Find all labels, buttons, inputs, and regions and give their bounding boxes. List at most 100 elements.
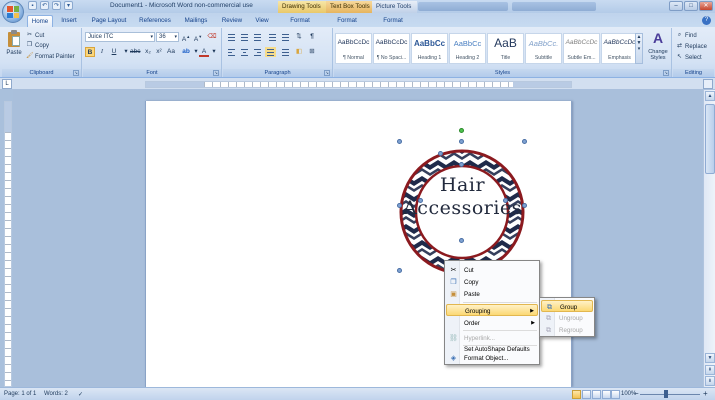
previous-page-icon[interactable]: ⇞ <box>705 365 715 375</box>
font-color-icon[interactable]: A <box>199 47 209 57</box>
proofing-icon[interactable]: ✓ <box>78 391 83 398</box>
menu-item-order[interactable]: Order ▶ <box>446 317 538 329</box>
style-normal[interactable]: AaBbCcDc ¶ Normal <box>335 33 372 64</box>
draft-view-icon[interactable] <box>611 390 620 399</box>
menu-item-cut[interactable]: ✂ Cut <box>446 264 538 276</box>
menu-item-ungroup[interactable]: ⧉ Ungroup <box>541 312 593 324</box>
strikethrough-icon[interactable]: abc <box>130 47 140 57</box>
cut-button[interactable]: ✂ Cut <box>26 31 44 40</box>
close-button[interactable]: ✕ <box>699 1 713 11</box>
scroll-down-icon[interactable]: ▼ <box>705 353 715 363</box>
style-title[interactable]: AaB Title <box>487 33 524 64</box>
replace-button[interactable]: ⇄ Replace <box>676 43 707 50</box>
undo-icon[interactable]: ↶ <box>40 1 49 10</box>
zoom-slider-knob[interactable] <box>664 390 668 398</box>
print-layout-view-icon[interactable] <box>572 390 581 399</box>
italic-icon[interactable]: I <box>97 47 107 57</box>
scroll-thumb[interactable] <box>705 104 715 174</box>
align-right-icon[interactable] <box>252 47 263 57</box>
next-page-icon[interactable]: ⇟ <box>705 376 715 386</box>
help-icon[interactable]: ? <box>702 16 711 25</box>
justify-icon[interactable] <box>265 47 276 57</box>
office-button[interactable] <box>2 1 24 23</box>
styles-launcher-icon[interactable]: ↘ <box>663 70 669 76</box>
decrease-indent-icon[interactable] <box>267 32 278 42</box>
inner-resize-handle[interactable] <box>438 151 443 156</box>
tab-format-drawing[interactable]: Format <box>284 15 316 27</box>
superscript-icon[interactable]: x² <box>154 47 164 57</box>
resize-handle[interactable] <box>459 139 464 144</box>
tab-selector-icon[interactable]: L <box>2 79 12 89</box>
full-screen-reading-view-icon[interactable] <box>582 390 591 399</box>
change-case-icon[interactable]: Aa <box>166 47 176 57</box>
view-ruler-icon[interactable] <box>703 79 713 89</box>
minimize-button[interactable]: – <box>669 1 683 11</box>
format-painter-button[interactable]: 🖌 Format Painter <box>26 52 75 61</box>
subscript-icon[interactable]: x₂ <box>143 47 153 57</box>
resize-handle[interactable] <box>459 238 464 243</box>
increase-indent-icon[interactable] <box>280 32 291 42</box>
borders-icon[interactable]: ⊞ <box>307 47 317 57</box>
zoom-in-icon[interactable]: + <box>703 389 708 398</box>
inner-resize-handle[interactable] <box>459 162 464 167</box>
style-subtitle[interactable]: AaBbCc. Subtitle <box>525 33 562 64</box>
show-formatting-icon[interactable]: ¶ <box>307 32 317 42</box>
tab-mailings[interactable]: Mailings <box>180 15 212 27</box>
page-count[interactable]: Page: 1 of 1 <box>4 391 36 397</box>
menu-item-grouping[interactable]: Grouping ▶ <box>446 304 538 316</box>
web-layout-view-icon[interactable] <box>592 390 601 399</box>
align-left-icon[interactable] <box>226 47 237 57</box>
vertical-scrollbar[interactable]: ▲ ▼ ⇞ ⇟ <box>703 90 715 387</box>
resize-handle[interactable] <box>522 139 527 144</box>
style-heading-1[interactable]: AaBbCc Heading 1 <box>411 33 448 64</box>
change-styles-button[interactable]: A Change Styles <box>645 30 671 67</box>
resize-handle[interactable] <box>397 139 402 144</box>
ruler-track[interactable] <box>145 81 572 88</box>
menu-item-copy[interactable]: ❐ Copy <box>446 276 538 288</box>
menu-item-group[interactable]: ⧉ Group <box>541 300 593 312</box>
tab-insert[interactable]: Insert <box>57 15 81 27</box>
font-color-dropdown-icon[interactable]: ▾ <box>209 47 219 57</box>
align-center-icon[interactable] <box>239 47 250 57</box>
style-heading-2[interactable]: AaBbCc Heading 2 <box>449 33 486 64</box>
paste-button[interactable]: Paste <box>4 30 24 66</box>
resize-handle[interactable] <box>522 203 527 208</box>
inner-resize-handle[interactable] <box>418 198 423 203</box>
word-count[interactable]: Words: 2 <box>44 391 68 397</box>
save-icon[interactable]: ▪ <box>28 1 37 10</box>
styles-gallery-scroll[interactable]: ▲ ▼ ▾ <box>635 33 643 64</box>
zoom-out-icon[interactable]: − <box>634 389 639 398</box>
outline-view-icon[interactable] <box>602 390 611 399</box>
font-launcher-icon[interactable]: ↘ <box>213 70 219 76</box>
style-subtle-emphasis[interactable]: AaBbCcDc Subtle Em... <box>563 33 600 64</box>
resize-handle[interactable] <box>397 203 402 208</box>
tab-home[interactable]: Home <box>27 15 53 27</box>
customize-qat-icon[interactable]: ▾ <box>64 1 73 10</box>
tab-page-layout[interactable]: Page Layout <box>86 15 132 27</box>
maximize-button[interactable]: □ <box>684 1 698 11</box>
clipboard-launcher-icon[interactable]: ↘ <box>73 70 79 76</box>
shrink-font-icon[interactable]: A▼ <box>193 32 203 43</box>
multilevel-list-icon[interactable] <box>252 32 263 42</box>
font-size-combo[interactable]: 36 ▾ <box>156 32 179 42</box>
sort-icon[interactable]: ⇅ <box>294 32 304 42</box>
menu-item-set-autoshape-defaults[interactable]: Set AutoShape Defaults <box>446 338 538 353</box>
text-highlight-icon[interactable]: ab <box>181 47 191 57</box>
resize-handle[interactable] <box>397 268 402 273</box>
select-button[interactable]: ↖ Select <box>676 54 702 61</box>
menu-item-paste[interactable]: ▣ Paste <box>446 288 538 300</box>
font-name-combo[interactable]: Juice ITC ▾ <box>85 32 155 42</box>
style-no-spacing[interactable]: AaBbCcDc ¶ No Spaci... <box>373 33 410 64</box>
redo-icon[interactable]: ↷ <box>52 1 61 10</box>
grow-font-icon[interactable]: A▲ <box>181 32 191 43</box>
tab-review[interactable]: Review <box>218 15 246 27</box>
bullets-icon[interactable] <box>226 32 237 42</box>
find-button[interactable]: ⌕ Find <box>676 32 697 39</box>
menu-item-regroup[interactable]: ⧉ Regroup <box>541 324 593 336</box>
style-emphasis[interactable]: AaBbCcDc Emphasis <box>601 33 638 64</box>
copy-button[interactable]: ❐ Copy <box>26 41 49 50</box>
scroll-up-icon[interactable]: ▲ <box>705 91 715 101</box>
tab-view[interactable]: View <box>250 15 274 27</box>
graphic-text[interactable]: Hair Accessories <box>400 174 525 220</box>
inner-resize-handle[interactable] <box>503 198 508 203</box>
